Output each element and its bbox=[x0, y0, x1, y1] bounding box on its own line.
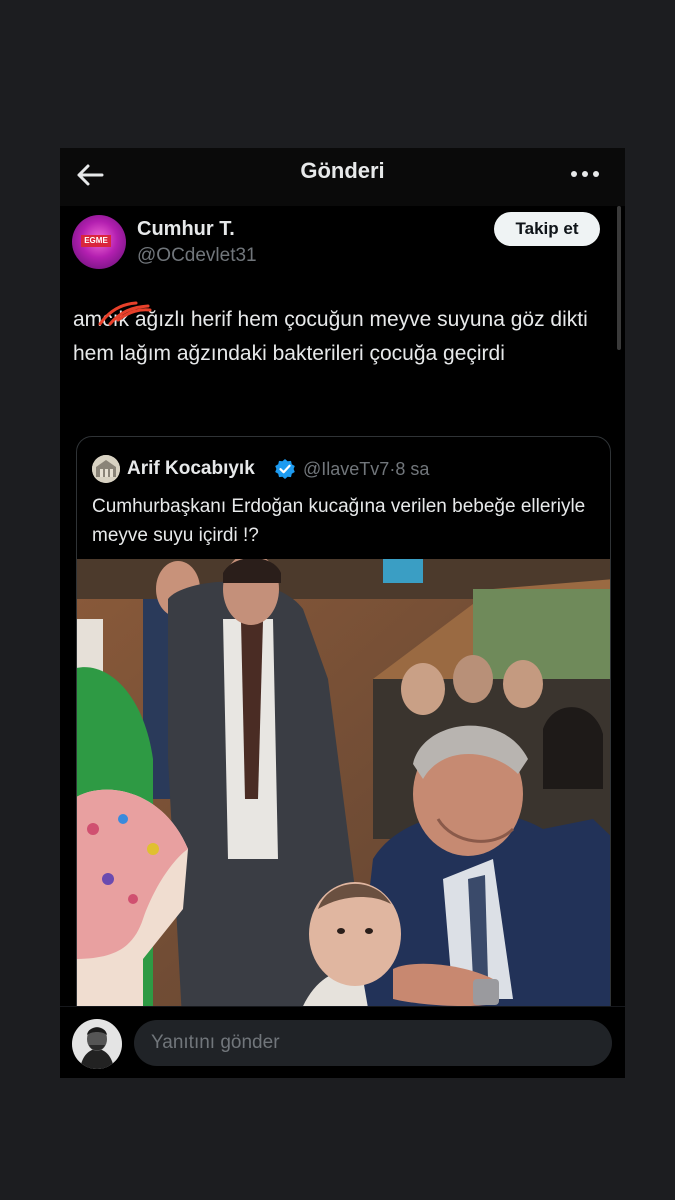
profile-photo-image bbox=[72, 1019, 122, 1069]
quoted-author-handle[interactable]: @IlaveTv7 bbox=[303, 459, 389, 479]
quoted-author-avatar[interactable] bbox=[92, 455, 120, 483]
quoted-meta: @IlaveTv7·8 sa bbox=[303, 459, 429, 480]
more-options-button[interactable] bbox=[569, 164, 601, 184]
building-icon bbox=[92, 455, 120, 483]
quoted-post-time[interactable]: 8 sa bbox=[395, 459, 429, 479]
quoted-post-text: Cumhurbaşkanı Erdoğan kucağına verilen b… bbox=[92, 496, 586, 546]
page-title: Gönderi bbox=[300, 158, 385, 183]
author-avatar[interactable]: EGME bbox=[72, 215, 126, 269]
follow-button[interactable]: Takip et bbox=[494, 212, 600, 246]
quoted-post-video[interactable] bbox=[77, 553, 610, 1035]
more-horizontal-icon bbox=[571, 171, 599, 177]
app-screen: Gönderi EGME Cumhur T. @OCdevlet31 Takip… bbox=[60, 148, 625, 1078]
scribble-mark-icon bbox=[98, 301, 152, 326]
author-handle[interactable]: @OCdevlet31 bbox=[137, 245, 257, 267]
avatar-badge: EGME bbox=[81, 235, 111, 247]
reply-input[interactable] bbox=[134, 1020, 612, 1066]
video-frame-image bbox=[77, 553, 610, 1035]
reply-bar bbox=[60, 1006, 625, 1078]
author-name[interactable]: Cumhur T. bbox=[137, 218, 235, 241]
quoted-author-name[interactable]: Arif Kocabıyık bbox=[127, 458, 255, 480]
user-avatar[interactable] bbox=[72, 1019, 122, 1069]
top-bar: Gönderi bbox=[60, 148, 625, 206]
verified-badge-icon bbox=[275, 459, 295, 479]
quoted-post[interactable]: Arif Kocabıyık @IlaveTv7·8 sa Cumhurbaşk… bbox=[76, 436, 611, 1036]
